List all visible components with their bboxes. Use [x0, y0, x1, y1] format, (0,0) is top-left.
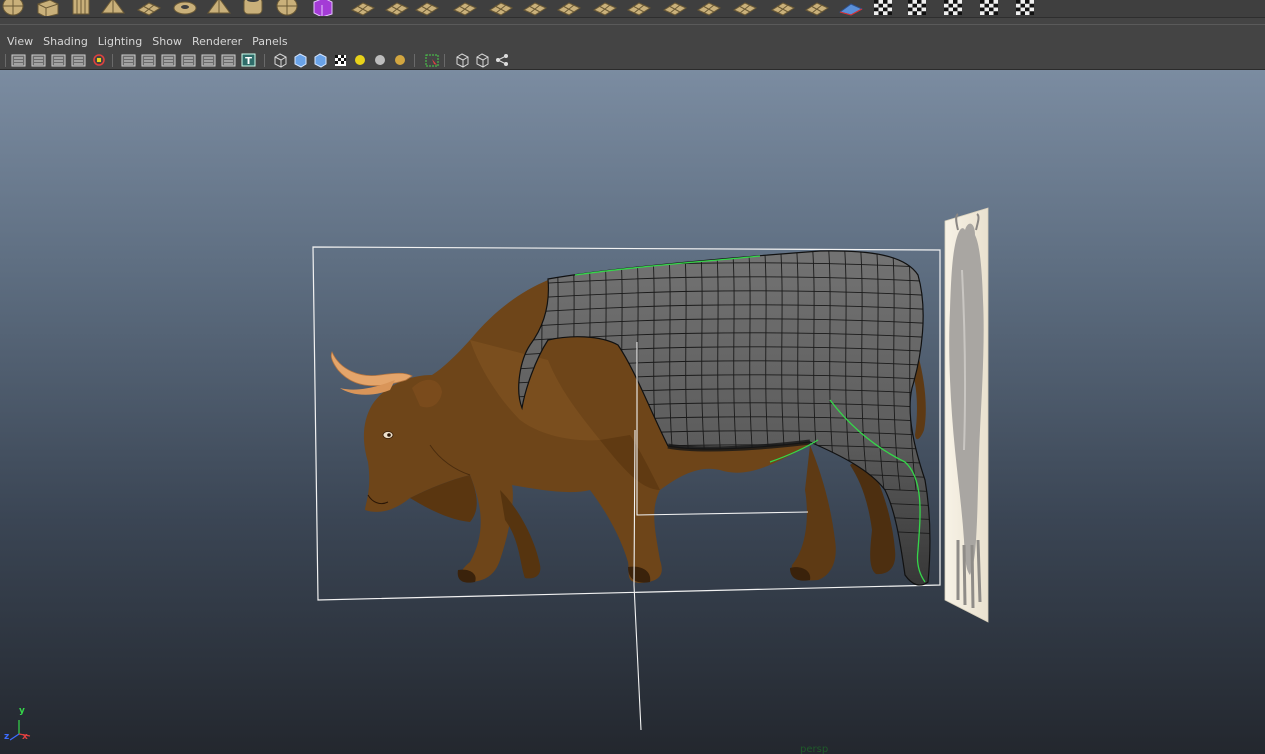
resolution-gate-icon[interactable] — [160, 52, 177, 68]
bookmark-icon[interactable] — [50, 52, 67, 68]
ambient-occlusion-icon[interactable] — [392, 52, 409, 68]
poly-cube-icon[interactable] — [34, 0, 60, 16]
axis-y-label: y — [19, 706, 25, 716]
wireframe-icon[interactable] — [272, 52, 289, 68]
grid-icon[interactable] — [120, 52, 137, 68]
xray-components-icon[interactable] — [494, 52, 511, 68]
fill-hole-icon[interactable] — [804, 0, 830, 16]
wireframe-on-shaded-icon[interactable] — [312, 52, 329, 68]
split-polygon-icon[interactable] — [556, 0, 582, 16]
shadows-icon[interactable] — [372, 52, 389, 68]
wedge-icon[interactable] — [732, 0, 758, 16]
image-plane-icon[interactable] — [70, 52, 87, 68]
bridge-icon[interactable] — [488, 0, 514, 16]
soccer-ball-icon[interactable] — [274, 0, 300, 16]
use-all-lights-icon[interactable] — [352, 52, 369, 68]
poly-pyramid-icon[interactable] — [206, 0, 232, 16]
menu-shading[interactable]: Shading — [38, 34, 93, 50]
poly-sphere-icon[interactable] — [0, 0, 26, 16]
poly-torus-icon[interactable] — [172, 0, 198, 16]
isolate-select-icon[interactable] — [424, 52, 441, 68]
xray-icon[interactable] — [454, 52, 471, 68]
smooth-shade-icon[interactable] — [292, 52, 309, 68]
planar-mapping-icon[interactable] — [870, 0, 896, 16]
xray-joints-icon[interactable] — [474, 52, 491, 68]
toolbar-separator — [264, 54, 265, 67]
shelf-separator — [0, 17, 1265, 33]
scene — [312, 207, 989, 731]
shelf — [0, 0, 1265, 17]
combine-icon[interactable] — [310, 0, 336, 16]
toolbar-separator — [414, 54, 415, 67]
menu-view[interactable]: View — [2, 34, 38, 50]
insert-edge-loop-icon[interactable] — [592, 0, 618, 16]
svg-text:T: T — [245, 56, 252, 67]
separate-icon[interactable] — [350, 0, 376, 16]
poly-plane-icon[interactable] — [136, 0, 162, 16]
panel-toolbar: T — [0, 51, 1265, 70]
menu-show[interactable]: Show — [147, 34, 187, 50]
gate-mask-icon[interactable] — [180, 52, 197, 68]
smooth-icon[interactable] — [384, 0, 410, 16]
merge-vertices-icon[interactable] — [662, 0, 688, 16]
menu-renderer[interactable]: Renderer — [187, 34, 247, 50]
offset-edge-loop-icon[interactable] — [626, 0, 652, 16]
poly-cone-icon[interactable] — [100, 0, 126, 16]
camera-attributes-icon[interactable] — [30, 52, 47, 68]
poke-icon[interactable] — [770, 0, 796, 16]
extrude-icon[interactable] — [452, 0, 478, 16]
field-chart-icon[interactable] — [200, 52, 217, 68]
toolbar-separator — [444, 54, 445, 67]
append-polygon-icon[interactable] — [522, 0, 548, 16]
panel-menu-bar: View Shading Lighting Show Renderer Pane… — [0, 33, 1265, 51]
axis-x-label: x — [22, 732, 28, 742]
cylindrical-mapping-icon[interactable] — [904, 0, 930, 16]
safe-title-icon[interactable]: T — [240, 52, 257, 68]
bull-horn — [330, 351, 413, 387]
safe-action-icon[interactable] — [220, 52, 237, 68]
menu-lighting[interactable]: Lighting — [93, 34, 147, 50]
uv-editor-icon[interactable] — [838, 0, 864, 16]
poly-pipe-icon[interactable] — [240, 0, 266, 16]
spherical-mapping-icon[interactable] — [940, 0, 966, 16]
automatic-mapping-icon[interactable] — [976, 0, 1002, 16]
select-camera-icon[interactable] — [10, 52, 27, 68]
poly-cylinder-icon[interactable] — [68, 0, 94, 16]
bevel-icon[interactable] — [696, 0, 722, 16]
toolbar-separator — [5, 54, 6, 67]
reference-image-plane — [944, 207, 989, 623]
textured-icon[interactable] — [332, 52, 349, 68]
perspective-viewport[interactable]: y z x persp — [0, 70, 1265, 754]
camera-lock-icon[interactable] — [90, 52, 107, 68]
sculpt-geometry-icon[interactable] — [414, 0, 440, 16]
axis-z-label: z — [4, 732, 10, 742]
checker-map-icon[interactable] — [1012, 0, 1038, 16]
axis-gizmo: y z x — [4, 706, 34, 742]
menu-panels[interactable]: Panels — [247, 34, 292, 50]
toolbar-separator — [112, 54, 113, 67]
camera-name-label: persp — [800, 744, 829, 754]
film-gate-icon[interactable] — [140, 52, 157, 68]
